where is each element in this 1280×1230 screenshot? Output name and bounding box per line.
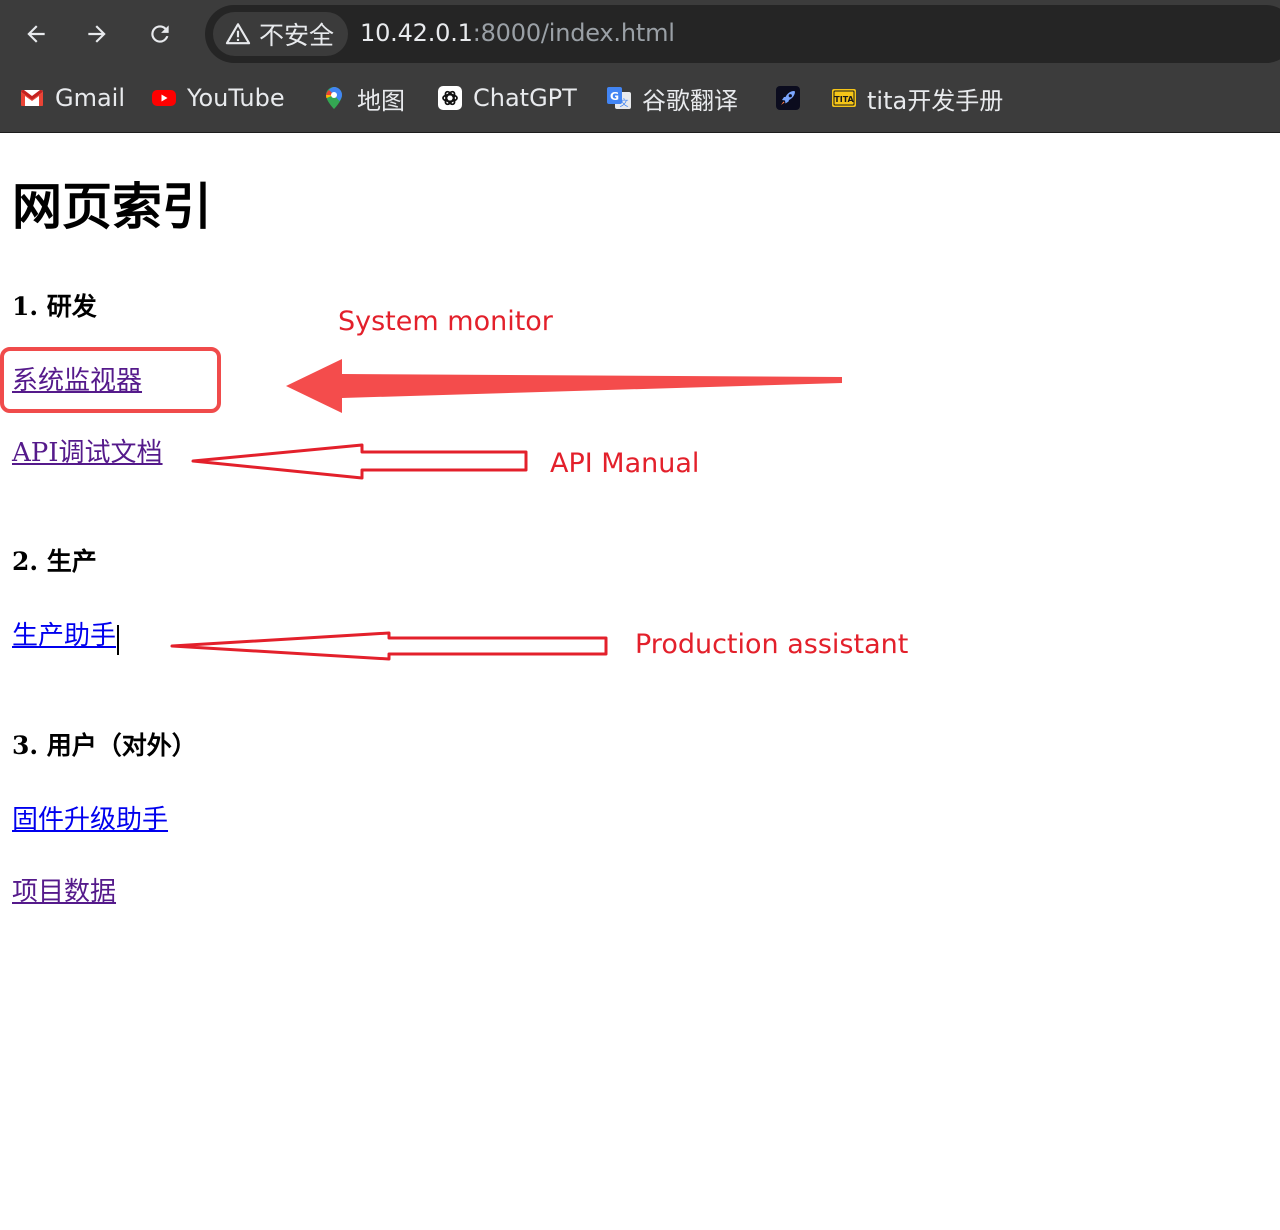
link-production-assistant[interactable]: 生产助手 <box>12 621 116 651</box>
bookmark-chatgpt[interactable]: ChatGPT <box>437 72 577 124</box>
link-row-production: 生产助手 <box>12 621 120 655</box>
bookmark-label: ChatGPT <box>473 84 577 112</box>
url-host: 10.42.0.1 <box>360 19 473 47</box>
google-translate-icon: G文 <box>606 85 632 111</box>
link-firmware-upgrade[interactable]: 固件升级助手 <box>12 805 168 836</box>
section-heading-rnd: 1. 研发 <box>12 292 97 321</box>
security-indicator[interactable]: 不安全 <box>213 12 349 56</box>
warning-triangle-icon <box>225 23 251 45</box>
bookmarks-bar: Gmail YouTube 地图 ChatGPT G文 谷歌翻译 TITA ti… <box>0 72 1280 124</box>
link-project-data[interactable]: 项目数据 <box>12 877 116 908</box>
bookmark-label: tita开发手册 <box>867 86 1004 115</box>
bookmark-label: 地图 <box>357 86 405 115</box>
reload-button[interactable] <box>140 14 180 54</box>
svg-text:G: G <box>610 90 619 103</box>
svg-text:TITA: TITA <box>834 95 854 104</box>
url-text[interactable]: 10.42.0.1:8000/index.html <box>360 19 675 47</box>
youtube-icon <box>151 85 177 111</box>
bookmark-maps[interactable]: 地图 <box>321 72 405 124</box>
bookmark-label: 谷歌翻译 <box>642 86 738 115</box>
url-path: :8000/index.html <box>472 19 675 47</box>
reload-icon <box>151 25 169 43</box>
link-api-docs[interactable]: API调试文档 <box>12 438 163 469</box>
back-button[interactable] <box>16 14 56 54</box>
arrow-left-icon <box>27 25 45 43</box>
bookmark-label: YouTube <box>187 84 285 112</box>
chatgpt-icon <box>437 85 463 111</box>
section-heading-users: 3. 用户（对外） <box>12 731 197 760</box>
arrow-filled <box>286 359 842 413</box>
bookmark-gmail[interactable]: Gmail <box>19 72 125 124</box>
security-label: 不安全 <box>259 21 335 50</box>
bookmark-youtube[interactable]: YouTube <box>151 72 285 124</box>
tita-icon: TITA <box>831 85 857 111</box>
annotation-production-assistant: Production assistant <box>635 629 909 660</box>
forward-button[interactable] <box>77 14 117 54</box>
browser-toolbar: 不安全 10.42.0.1:8000/index.html Gmail YouT… <box>0 0 1280 133</box>
annotation-api-manual: API Manual <box>550 448 700 479</box>
bookmark-google-translate[interactable]: G文 谷歌翻译 <box>606 72 738 124</box>
page-title: 网页索引 <box>12 178 212 236</box>
arrow-right-icon <box>88 25 106 43</box>
gmail-icon <box>19 85 45 111</box>
google-maps-icon <box>321 85 347 111</box>
annotation-system-monitor: System monitor <box>338 306 553 337</box>
bookmark-label: Gmail <box>55 84 126 112</box>
address-bar[interactable]: 不安全 10.42.0.1:8000/index.html <box>205 5 1280 63</box>
svg-text:文: 文 <box>619 97 628 109</box>
section-heading-production: 2. 生产 <box>12 547 97 576</box>
rocket-icon <box>775 85 801 111</box>
arrow-outline-api <box>191 443 528 480</box>
bookmark-rocket[interactable] <box>775 72 811 124</box>
link-system-monitor[interactable]: 系统监视器 <box>12 366 142 397</box>
arrow-outline-production <box>170 631 608 661</box>
bookmark-tita[interactable]: TITA tita开发手册 <box>831 72 1003 124</box>
text-cursor <box>117 624 120 655</box>
